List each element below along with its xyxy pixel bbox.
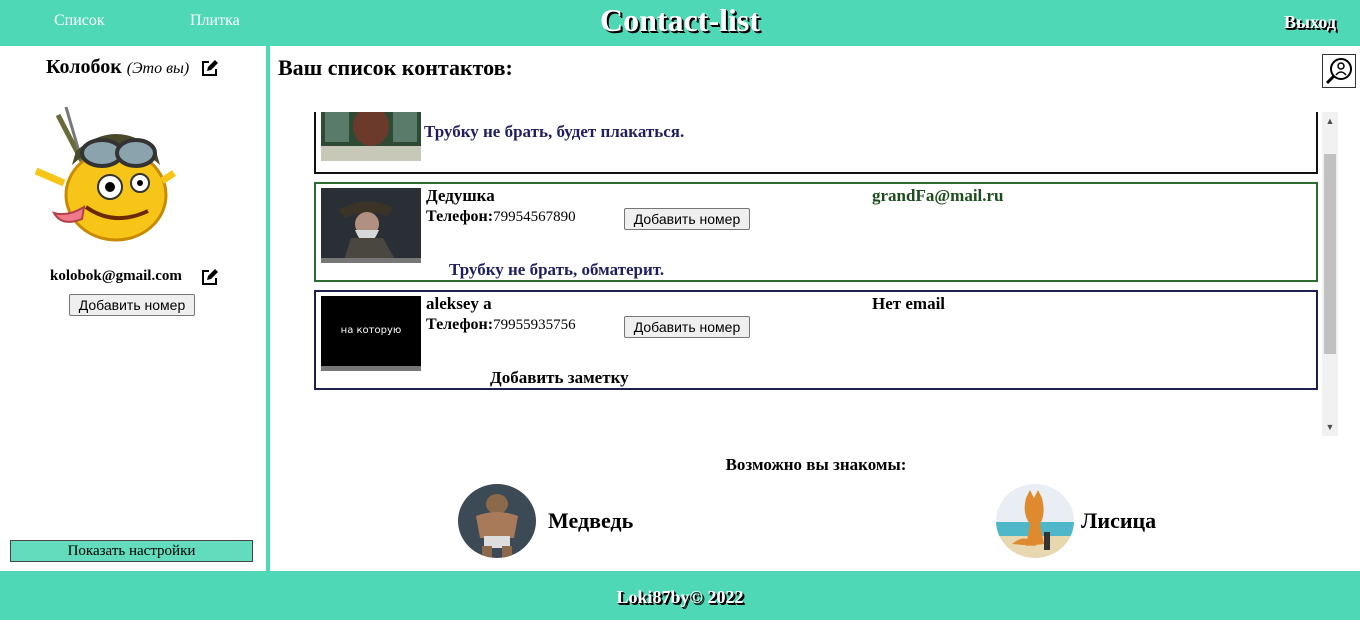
show-settings-button[interactable]: Показать настройки [10,540,253,562]
contact-photo: на которую [321,296,421,371]
footer-copyright: Loki87by© 2022 [616,587,744,607]
contact-note[interactable]: Трубку не брать, будет плакаться. [424,122,684,142]
user-avatar [24,95,180,245]
logout-link[interactable]: Выход [1284,12,1336,33]
contact-card: Телефон:79214567890 Добавить номер Трубк… [314,112,1318,174]
user-add-phone-button[interactable]: Добавить номер [69,294,195,316]
contact-note[interactable]: Трубку не брать, обматерит. [449,260,664,280]
contact-card: на которую aleksey a Телефон:79955935756… [314,290,1318,390]
add-note-link[interactable]: Добавить заметку [490,368,629,388]
contacts-heading: Ваш список контактов: [278,55,513,80]
suggestion-name-bear[interactable]: Медведь [548,508,633,534]
user-name-block: Колобок (Это вы) [46,56,189,79]
contact-card: Дедушка Телефон:79954567890 Добавить ном… [314,182,1318,282]
user-email: kolobok@gmail.com [50,268,182,284]
search-contacts-button[interactable] [1322,54,1356,88]
scroll-thumb[interactable] [1324,154,1336,354]
scroll-down-icon[interactable]: ▼ [1322,420,1338,434]
nav-tiles-link[interactable]: Плитка [190,12,240,30]
contacts-list[interactable]: Телефон:79214567890 Добавить номер Трубк… [300,112,1338,436]
contact-phone: Телефон:79955935756 [426,316,576,333]
sidebar-divider [266,46,270,571]
nav-list-link[interactable]: Список [54,12,105,30]
contact-photo-text: на которую [321,296,421,366]
contacts-scrollbar[interactable]: ▲ ▼ [1322,112,1338,436]
contact-add-phone-button[interactable]: Добавить номер [624,208,750,230]
contact-phone: Телефон:79954567890 [426,208,576,225]
edit-name-icon[interactable] [201,59,219,77]
contact-photo [321,188,421,263]
suggestion-avatar-fox[interactable] [996,484,1074,558]
contact-name: aleksey a [426,294,492,313]
suggestion-name-fox[interactable]: Лисица [1081,508,1156,534]
contact-photo [321,112,421,161]
search-person-icon [1325,58,1352,85]
contact-email: Нет email [872,294,946,313]
user-you-label: (Это вы) [126,60,190,77]
contact-name: Дедушка [426,186,495,205]
suggestion-avatar-bear[interactable] [458,484,536,558]
contact-email[interactable]: grandFa@mail.ru [872,186,1004,206]
footer: Loki87by© 2022 [0,571,1360,620]
edit-email-icon[interactable] [201,268,219,286]
scroll-up-icon[interactable]: ▲ [1322,114,1338,128]
contact-add-phone-button[interactable]: Добавить номер [624,316,750,338]
user-name: Колобок [46,56,122,78]
header: Список Плитка Contact-list Выход [0,0,1360,46]
